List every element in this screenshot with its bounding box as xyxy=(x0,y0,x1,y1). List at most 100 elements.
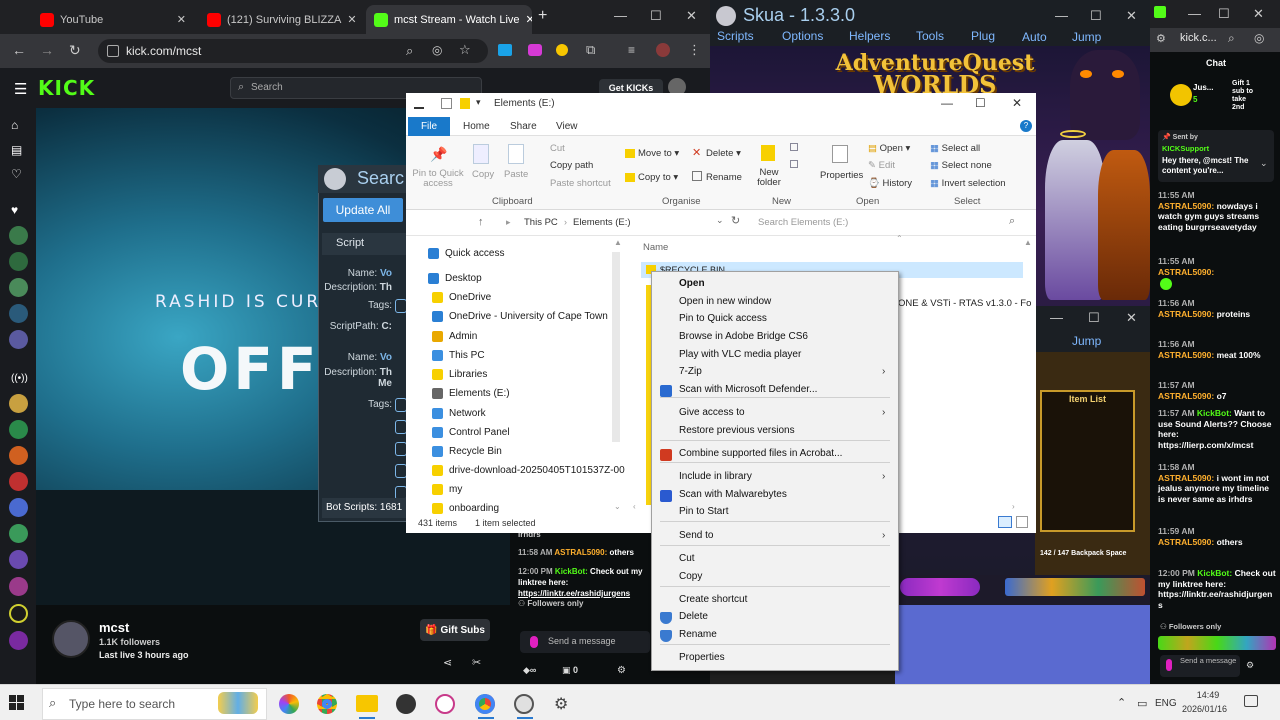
zoom-icon[interactable]: ⌕ xyxy=(1228,31,1235,46)
emote-icon[interactable] xyxy=(530,636,538,648)
nav-scrollbar[interactable] xyxy=(612,252,620,442)
eye-off-icon[interactable]: ◎ xyxy=(1254,31,1264,45)
context-menu-item[interactable]: Restore previous versions xyxy=(679,425,795,436)
maximize-button[interactable]: ☐ xyxy=(1090,8,1102,24)
menu-tools[interactable]: Tools xyxy=(916,29,944,43)
context-menu-item[interactable]: Give access to xyxy=(679,407,745,418)
refresh-icon[interactable]: ↻ xyxy=(731,214,740,227)
clip-icon[interactable]: ✂ xyxy=(472,656,481,669)
context-menu-item[interactable]: Scan with Malwarebytes xyxy=(679,489,787,500)
tab-close-icon[interactable]: ✕ xyxy=(177,13,186,26)
channel-avatar[interactable] xyxy=(9,631,28,650)
channel-avatar[interactable] xyxy=(9,252,28,271)
channel-avatar[interactable] xyxy=(52,620,90,658)
context-menu-item[interactable]: Browse in Adobe Bridge CS6 xyxy=(679,331,808,342)
tab-share[interactable]: Share xyxy=(510,121,537,132)
share-icon[interactable]: ⋖ xyxy=(443,656,452,669)
send-message-input[interactable]: Send a message xyxy=(1160,655,1240,677)
help-icon[interactable]: ? xyxy=(1020,120,1032,132)
bookmark-star-icon[interactable]: ☆ xyxy=(459,42,471,58)
tab-close-icon[interactable]: ✕ xyxy=(526,13,532,26)
back-icon[interactable]: ← xyxy=(12,42,26,58)
minimize-button[interactable]: — xyxy=(941,96,953,110)
maximize-button[interactable]: ☐ xyxy=(975,96,986,110)
nav-item[interactable]: onboarding xyxy=(432,503,499,514)
scroll-up-icon[interactable]: ▲ xyxy=(1024,238,1032,247)
menu-scripts[interactable]: Scripts xyxy=(717,29,754,43)
close-button[interactable]: ✕ xyxy=(1126,310,1137,326)
address-bar[interactable]: kick.com/mcst xyxy=(98,39,488,63)
close-button[interactable]: ✕ xyxy=(686,8,697,24)
tab-home[interactable]: Home xyxy=(463,121,490,132)
edit-button[interactable]: ✎ Edit xyxy=(868,160,895,171)
move-to-button[interactable]: Move to ▾ xyxy=(638,148,679,159)
open-button[interactable]: ▤ Open ▾ xyxy=(868,143,910,154)
tab-close-icon[interactable]: ✕ xyxy=(347,13,356,26)
emote-bar[interactable] xyxy=(1158,636,1276,650)
large-icons-view-icon[interactable] xyxy=(1016,516,1028,528)
details-view-icon[interactable] xyxy=(998,516,1012,528)
context-menu-item[interactable]: Play with VLC media player xyxy=(679,349,801,360)
nav-item[interactable]: Libraries xyxy=(432,369,487,380)
nav-item[interactable]: Recycle Bin xyxy=(432,446,502,457)
reload-icon[interactable]: ↻ xyxy=(69,42,81,59)
emote-icon[interactable] xyxy=(1166,659,1172,671)
channel-avatar[interactable] xyxy=(9,604,28,623)
chrome-menu-icon[interactable]: ⋮ xyxy=(688,42,701,58)
maximize-button[interactable]: ☐ xyxy=(650,8,662,24)
up-icon[interactable]: ↑ xyxy=(478,216,484,228)
channel-avatar[interactable] xyxy=(9,498,28,517)
chrome-icon[interactable] xyxy=(475,694,495,714)
hamburger-icon[interactable]: ☰ xyxy=(14,80,27,98)
close-button[interactable]: ✕ xyxy=(1012,96,1022,110)
nav-item[interactable]: Elements (E:) xyxy=(432,388,510,399)
minimize-button[interactable]: — xyxy=(614,8,627,23)
channel-avatar[interactable] xyxy=(9,472,28,491)
site-info-icon[interactable]: ⚙ xyxy=(1156,32,1166,45)
skill-icons[interactable] xyxy=(900,578,980,596)
app-icon[interactable] xyxy=(435,694,455,714)
context-menu-item[interactable]: Combine supported files in Acrobat... xyxy=(679,448,842,459)
column-header-name[interactable]: Name xyxy=(643,242,668,253)
pin-quick-access-button[interactable]: Pin to Quick access xyxy=(412,169,464,189)
copilot-icon[interactable] xyxy=(279,694,299,714)
menu-auto[interactable]: Auto xyxy=(1022,30,1047,44)
scroll-up-icon[interactable]: ▲ xyxy=(614,238,622,247)
browse-icon[interactable]: ▤ xyxy=(11,143,22,157)
nav-item[interactable]: This PC xyxy=(432,350,485,361)
scroll-right-icon[interactable]: › xyxy=(1012,502,1015,511)
chrome-icon[interactable] xyxy=(317,694,337,714)
tab-youtube-blizzard[interactable]: (121) Surviving BLIZZA ✕ xyxy=(199,5,364,34)
channel-name[interactable]: mcst xyxy=(99,620,129,635)
properties-quick-icon[interactable] xyxy=(441,98,452,109)
nav-item[interactable]: drive-download-20250405T101537Z-00 xyxy=(432,465,625,476)
channel-avatar[interactable] xyxy=(9,550,28,569)
context-menu-item[interactable]: Send to xyxy=(679,530,713,541)
select-none-button[interactable]: ▦ Select none xyxy=(930,160,992,171)
context-menu-item[interactable]: Pin to Start xyxy=(679,506,728,517)
menu-helpers[interactable]: Helpers xyxy=(849,29,890,43)
easy-access-icon[interactable] xyxy=(790,160,798,168)
extension-icon[interactable] xyxy=(528,44,542,56)
network-icon[interactable]: ▭ xyxy=(1137,697,1147,710)
folder-quick-icon[interactable] xyxy=(460,98,470,109)
notification-icon[interactable] xyxy=(1244,695,1258,707)
action-icons[interactable] xyxy=(1005,578,1145,596)
eye-off-icon[interactable]: ◎ xyxy=(432,43,442,57)
context-menu-item[interactable]: Scan with Microsoft Defender... xyxy=(679,384,817,395)
maximize-button[interactable]: ☐ xyxy=(1088,310,1100,326)
copy-path-button[interactable]: Copy path xyxy=(550,160,593,171)
context-menu-item[interactable]: Open in new window xyxy=(679,296,771,307)
menu-jump[interactable]: Jump xyxy=(1072,334,1101,348)
media-icon[interactable]: ≡ xyxy=(628,43,635,57)
nav-item[interactable]: Admin xyxy=(432,331,477,342)
paste-shortcut-button[interactable]: Paste shortcut xyxy=(550,178,611,189)
maximize-button[interactable]: ☐ xyxy=(1218,6,1230,22)
nav-item[interactable]: Quick access xyxy=(428,248,504,259)
close-button[interactable]: ✕ xyxy=(1126,8,1137,24)
puzzle-icon[interactable]: ⧉ xyxy=(586,42,595,58)
kick-logo[interactable]: KICK xyxy=(38,76,95,100)
nav-item[interactable]: my xyxy=(432,484,462,495)
scroll-down-icon[interactable]: ⌄ xyxy=(614,502,621,511)
context-menu-item[interactable]: Include in library xyxy=(679,471,752,482)
